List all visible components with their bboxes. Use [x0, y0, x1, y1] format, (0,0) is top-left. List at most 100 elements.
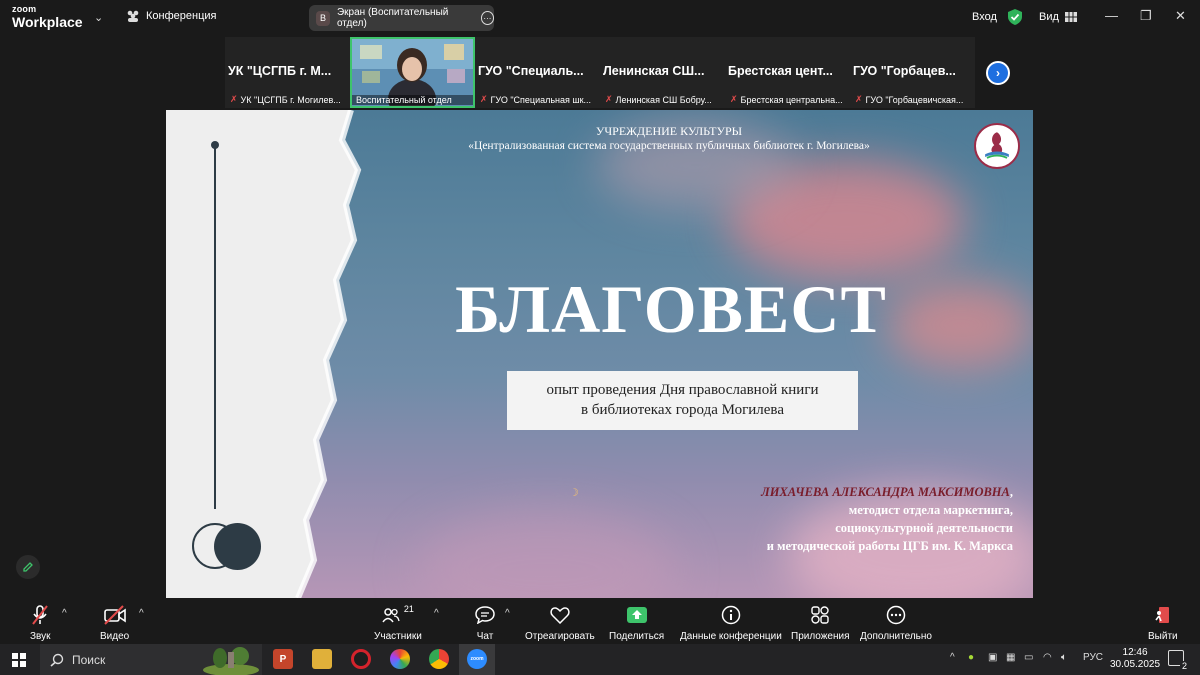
meeting-toolbar: Звук ^ Видео ^ 21 Участники ^ Чат ^ Отре… — [0, 600, 1200, 644]
pencil-icon — [23, 562, 33, 572]
video-button[interactable]: Видео — [100, 604, 129, 642]
windows-taskbar: Поиск P zoom ^ ● ▣ ▦ ▭ ◠ 🔈︎ РУС 12:46 30… — [0, 644, 1200, 675]
close-icon[interactable]: ✕ — [1175, 8, 1186, 24]
participant-tile[interactable]: УК "ЦСГПБ г. М... ✗ УК "ЦСГПБ г. Могилев.… — [225, 37, 350, 108]
participant-video-tile[interactable]: Воспитательный отдел — [350, 37, 475, 108]
zoom-logo[interactable]: zoom Workplace — [12, 5, 83, 30]
more-button[interactable]: Дополнительно — [860, 604, 932, 642]
tray-app-icon[interactable]: ▣ — [988, 652, 997, 663]
library-emblem — [974, 123, 1020, 169]
apps-button[interactable]: Приложения — [791, 604, 850, 642]
chat-options-caret[interactable]: ^ — [505, 608, 510, 619]
participant-tile[interactable]: ГУО "Специаль... ✗ ГУО "Специальная шк... — [475, 37, 600, 108]
restore-icon[interactable]: ❐ — [1140, 8, 1152, 24]
share-screen-icon — [626, 607, 647, 623]
leave-door-icon — [1155, 607, 1169, 623]
screen-share-label: Экран (Воспитательный отдел) — [336, 7, 449, 29]
taskbar-search[interactable]: Поиск — [40, 644, 262, 675]
circle-filled-decoration — [214, 523, 261, 570]
conference-menu[interactable]: Конференция — [126, 10, 216, 22]
more-icon — [886, 605, 906, 625]
file-explorer-icon[interactable] — [312, 649, 332, 669]
audio-options-caret[interactable]: ^ — [62, 608, 67, 619]
moon-icon: ☽ — [569, 487, 579, 499]
search-icon — [50, 653, 64, 667]
mic-off-icon: ✗ — [855, 94, 863, 104]
org-type: УЧРЕЖДЕНИЕ КУЛЬТУРЫ — [595, 124, 743, 138]
slide-title: БЛАГОВЕСТ — [455, 271, 887, 347]
volume-icon[interactable]: 🔈︎ — [1061, 652, 1067, 663]
search-placeholder: Поиск — [72, 652, 106, 667]
participant-tile[interactable]: Ленинская СШ... ✗ Ленинская СШ Бобру... — [600, 37, 725, 108]
camera-off-icon — [103, 605, 126, 625]
screen-share-indicator[interactable]: В Экран (Воспитательный отдел) ··· — [309, 5, 494, 31]
heart-icon — [550, 607, 570, 624]
top-bar: zoom Workplace ⌄ Конференция В Экран (Во… — [0, 0, 1200, 36]
zoom-app-icon: zoom — [467, 649, 487, 669]
author-name: ЛИХАЧЕВА АЛЕКСАНДРА МАКСИМОВНА — [761, 485, 1010, 499]
notifications-icon[interactable]: 2 — [1168, 650, 1189, 671]
participant-tile[interactable]: Брестская цент... ✗ Брестская центральна.… — [725, 37, 850, 108]
subtitle-line: опыт проведения Дня православной книги — [546, 382, 819, 398]
torn-paper-panel — [166, 110, 362, 598]
react-button[interactable]: Отреагировать — [525, 604, 595, 642]
conference-label: Конференция — [146, 10, 217, 22]
yandex-browser-icon[interactable] — [390, 649, 410, 669]
language-indicator[interactable]: РУС — [1083, 652, 1103, 663]
clock-date: 30.05.2025 — [1110, 659, 1161, 670]
opera-icon[interactable] — [351, 649, 371, 669]
more-options-icon[interactable]: ··· — [480, 11, 494, 25]
author-block: ЛИХАЧЕВА АЛЕКСАНДРА МАКСИМОВНА, методист… — [761, 485, 1013, 553]
avatar: В — [316, 10, 330, 26]
cloud-decoration — [886, 280, 1033, 370]
chat-button[interactable]: Чат — [475, 604, 495, 642]
share-screen-button[interactable]: Поделиться — [609, 604, 664, 642]
powerpoint-icon[interactable]: P — [273, 649, 293, 669]
people-icon — [127, 10, 139, 22]
minimize-icon[interactable]: — — [1105, 8, 1118, 23]
participants-count: 21 — [403, 604, 414, 614]
participants-icon — [382, 608, 400, 623]
subtitle-line: в библиотеках города Могилева — [581, 402, 784, 418]
meeting-info-button[interactable]: Данные конференции — [680, 604, 782, 642]
taskbar-clock[interactable]: 12:46 30.05.2025 — [1110, 647, 1160, 671]
view-menu[interactable]: Вид — [1039, 11, 1077, 23]
login-button[interactable]: Вход — [972, 11, 997, 23]
chevron-right-icon: › — [996, 66, 1000, 80]
cloud-decoration — [416, 510, 676, 598]
mic-off-icon: ✗ — [480, 94, 488, 104]
org-name: «Централизованная система государственны… — [468, 140, 870, 152]
tray-expand-icon[interactable]: ^ — [950, 652, 955, 663]
info-icon — [721, 605, 741, 625]
chevron-down-icon[interactable]: ⌄ — [94, 11, 103, 24]
leave-button[interactable]: Выйти — [1148, 604, 1178, 642]
security-shield-icon[interactable] — [1008, 9, 1022, 25]
mic-off-icon: ✗ — [605, 94, 613, 104]
audio-button[interactable]: Звук — [30, 604, 51, 642]
tray-app-icon[interactable]: ▦ — [1006, 652, 1015, 663]
chrome-icon[interactable] — [429, 649, 449, 669]
video-options-caret[interactable]: ^ — [139, 608, 144, 619]
participants-button[interactable]: 21 Участники — [374, 604, 422, 642]
participants-options-caret[interactable]: ^ — [434, 608, 439, 619]
annotate-button[interactable] — [16, 555, 40, 579]
wifi-icon[interactable]: ◠ — [1043, 652, 1052, 663]
grid-view-icon — [1064, 12, 1077, 22]
mic-off-icon: ✗ — [730, 94, 738, 104]
participant-strip: УК "ЦСГПБ г. М... ✗ УК "ЦСГПБ г. Могилев.… — [225, 37, 975, 108]
mic-muted-icon — [32, 605, 49, 625]
author-position: методист отдела маркетинга, — [848, 503, 1013, 517]
apps-icon — [811, 606, 829, 624]
participant-tile[interactable]: ГУО "Горбацев... ✗ ГУО "Горбацевичская... — [850, 37, 975, 108]
author-position: и методической работы ЦГБ им. К. Маркса — [766, 539, 1013, 553]
mic-off-icon: ✗ — [230, 94, 238, 104]
timeline-line — [214, 145, 216, 509]
author-position: социокультурной деятельности — [835, 521, 1013, 535]
shared-screen-slide: УЧРЕЖДЕНИЕ КУЛЬТУРЫ «Централизованная си… — [166, 110, 1033, 598]
windows-start-icon[interactable] — [12, 653, 26, 667]
tray-app-icon[interactable]: ● — [968, 652, 974, 663]
taskbar-active-app[interactable]: zoom — [459, 644, 495, 675]
notification-count: 2 — [1179, 661, 1189, 671]
next-page-button[interactable]: › — [986, 61, 1010, 85]
battery-icon[interactable]: ▭ — [1024, 652, 1033, 663]
